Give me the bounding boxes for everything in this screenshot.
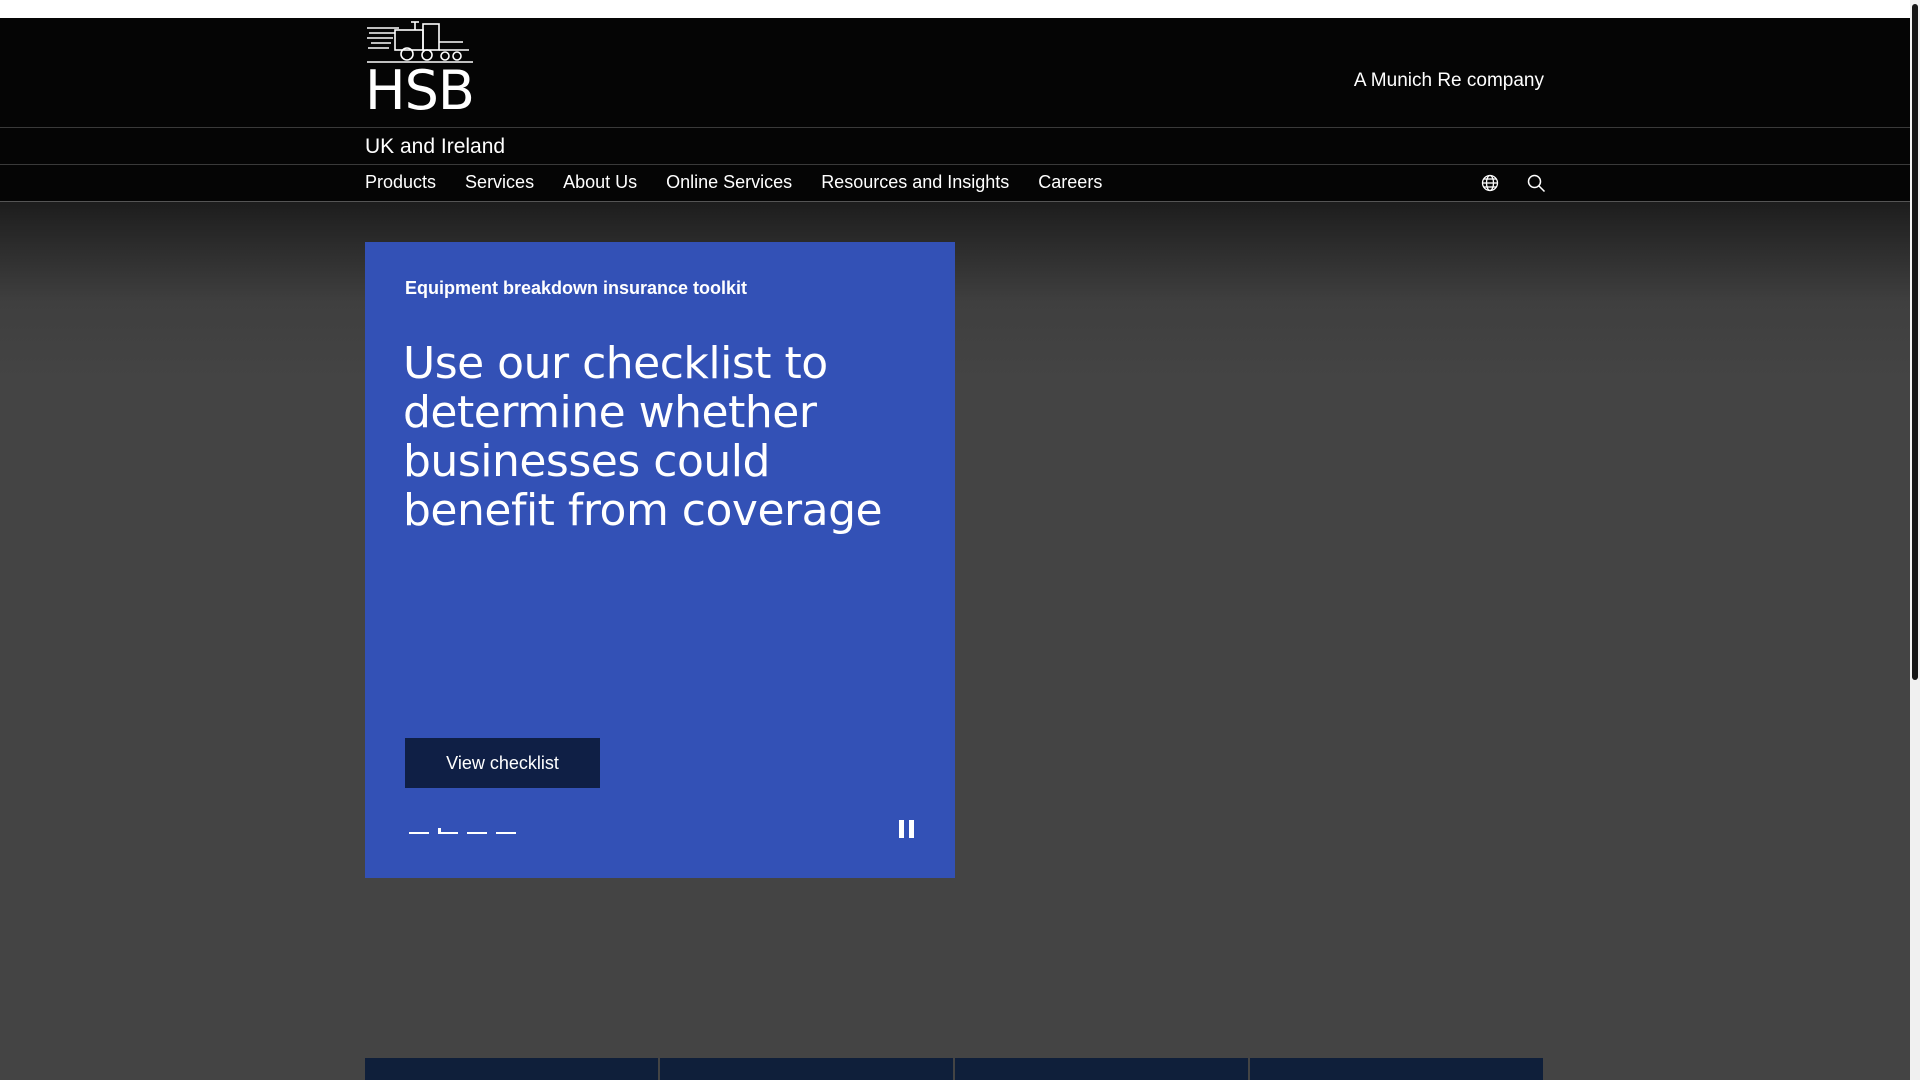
hero-section: Equipment breakdown insurance toolkit Us… bbox=[0, 202, 1910, 1080]
hero-card: Equipment breakdown insurance toolkit Us… bbox=[365, 242, 955, 878]
region-bar: UK and Ireland bbox=[0, 128, 1910, 165]
pause-icon[interactable] bbox=[899, 820, 915, 838]
globe-icon[interactable] bbox=[1480, 173, 1500, 193]
top-strip bbox=[0, 0, 1910, 18]
tile[interactable] bbox=[955, 1058, 1248, 1080]
munich-re-tagline: A Munich Re company bbox=[1353, 70, 1544, 91]
main-nav: Products Services About Us Online Servic… bbox=[0, 165, 1910, 202]
nav-item-online-services[interactable]: Online Services bbox=[666, 172, 792, 193]
hsb-logo[interactable]: HSB bbox=[365, 20, 475, 126]
tile[interactable] bbox=[660, 1058, 953, 1080]
nav-item-careers[interactable]: Careers bbox=[1038, 172, 1102, 193]
slide-indicator-3[interactable] bbox=[467, 832, 487, 834]
nav-icons bbox=[1480, 173, 1546, 193]
region-label[interactable]: UK and Ireland bbox=[365, 135, 505, 159]
locomotive-icon bbox=[367, 21, 473, 63]
tile[interactable] bbox=[365, 1058, 658, 1080]
logo-text: HSB bbox=[365, 59, 475, 122]
slide-indicator-4[interactable] bbox=[496, 832, 516, 834]
slide-indicators bbox=[409, 828, 516, 834]
nav-item-about-us[interactable]: About Us bbox=[563, 172, 637, 193]
nav-items: Products Services About Us Online Servic… bbox=[365, 172, 1102, 193]
nav-item-resources-and-insights[interactable]: Resources and Insights bbox=[821, 172, 1009, 193]
nav-item-products[interactable]: Products bbox=[365, 172, 436, 193]
view-checklist-button[interactable]: View checklist bbox=[405, 738, 600, 788]
tile[interactable] bbox=[1250, 1058, 1543, 1080]
slide-indicator-2[interactable] bbox=[438, 828, 458, 834]
site-header: HSB A Munich Re company bbox=[0, 18, 1910, 128]
tile-row bbox=[365, 1058, 1543, 1080]
nav-item-services[interactable]: Services bbox=[465, 172, 534, 193]
search-icon[interactable] bbox=[1526, 173, 1546, 193]
page: HSB A Munich Re company UK and Ireland P… bbox=[0, 0, 1920, 1080]
scroll-thumb[interactable] bbox=[1912, 4, 1918, 680]
slide-indicator-1[interactable] bbox=[409, 832, 429, 834]
hero-title: Use our checklist to determine whether b… bbox=[403, 338, 883, 537]
hero-eyebrow: Equipment breakdown insurance toolkit bbox=[405, 278, 748, 298]
scrollbar[interactable] bbox=[1910, 0, 1920, 1080]
